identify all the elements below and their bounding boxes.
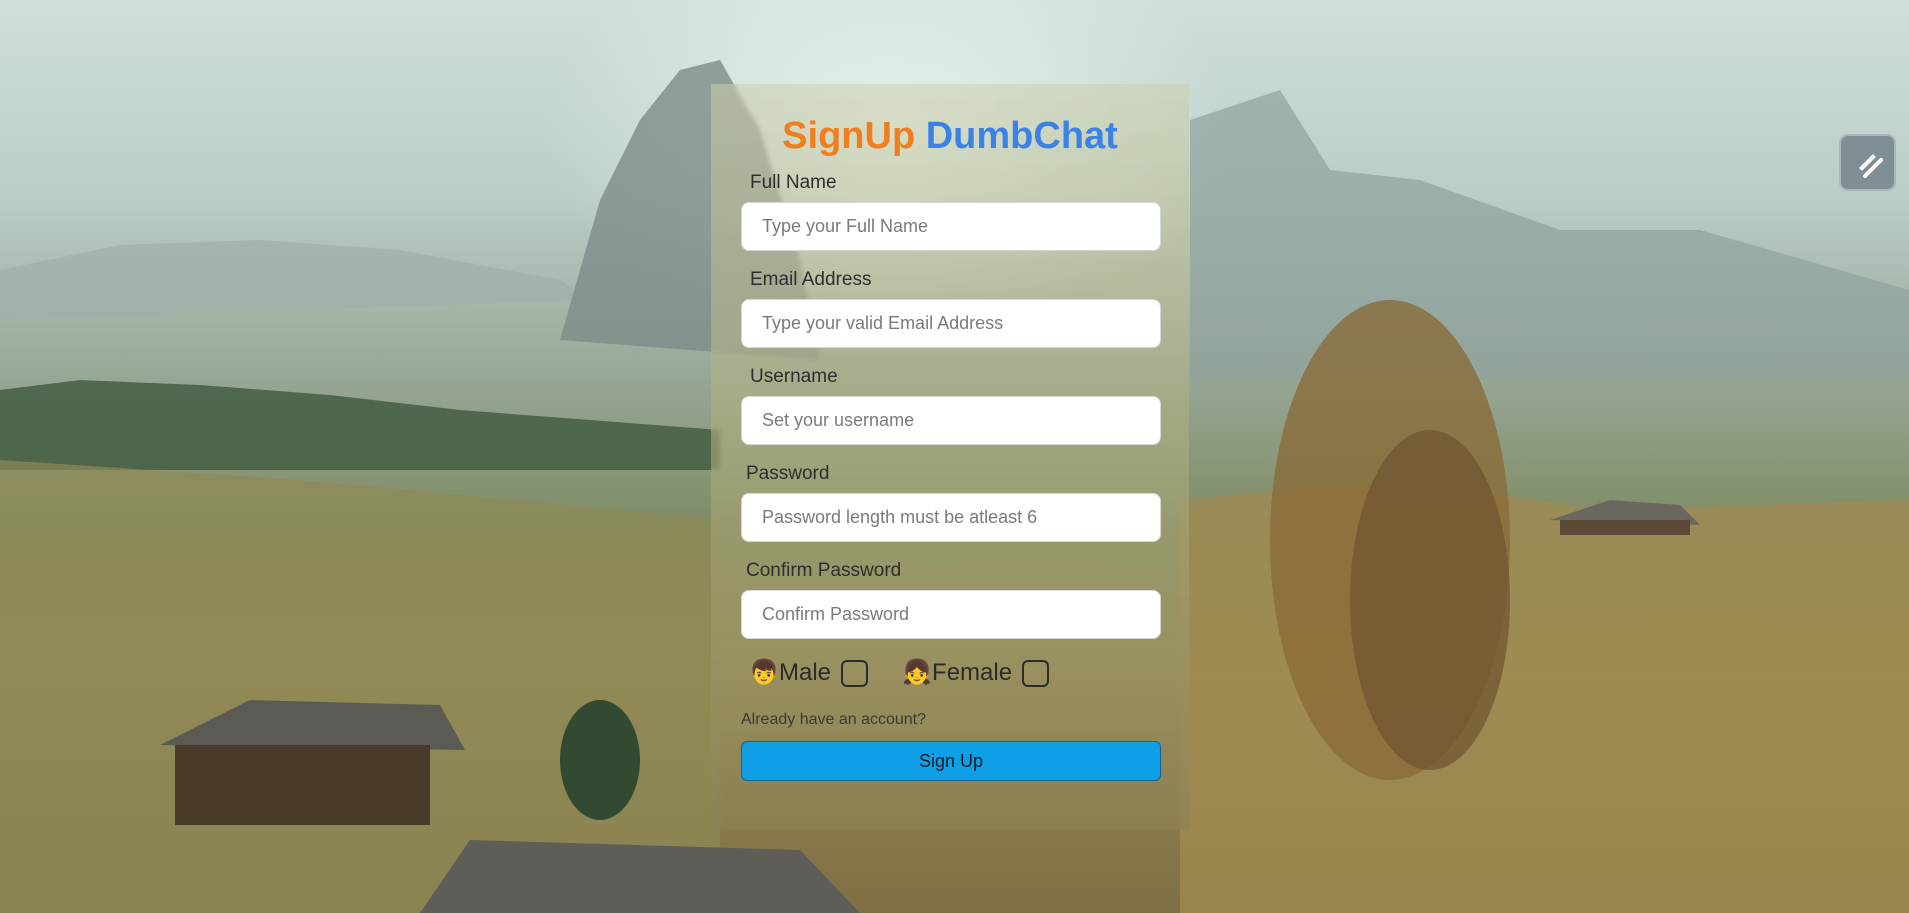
password-input[interactable] [741, 493, 1161, 542]
login-link[interactable]: Already have an account? [741, 709, 1159, 731]
password-label: Password [746, 463, 830, 484]
girl-icon: 👧 [902, 659, 932, 686]
boy-icon: 👦 [749, 659, 779, 686]
female-checkbox[interactable] [1022, 659, 1050, 687]
email-label: Email Address [750, 269, 872, 290]
signup-form-card: SignUp DumbChat Full Name Email Address … [711, 84, 1189, 830]
email-input[interactable] [741, 299, 1161, 348]
floating-tool-button[interactable] [1839, 134, 1896, 191]
username-input[interactable] [741, 396, 1161, 445]
male-label: Male [779, 659, 832, 686]
gender-option-female: 👧 Female [902, 659, 1050, 687]
gender-option-male: 👦 Male [749, 659, 869, 687]
username-label: Username [750, 366, 838, 387]
title-signup: SignUp [782, 115, 916, 157]
full-name-label: Full Name [750, 172, 837, 193]
title-app-name: DumbChat [925, 115, 1118, 157]
gender-selector: 👦 Male 👧 Female [741, 651, 1159, 695]
page-title: SignUp DumbChat [741, 114, 1159, 158]
full-name-input[interactable] [741, 202, 1161, 251]
male-checkbox[interactable] [841, 659, 869, 687]
sign-up-button[interactable]: Sign Up [741, 741, 1161, 781]
confirm-password-input[interactable] [741, 590, 1161, 639]
pen-slash-icon [1858, 153, 1883, 178]
female-label: Female [932, 659, 1013, 686]
confirm-password-label: Confirm Password [746, 560, 902, 581]
